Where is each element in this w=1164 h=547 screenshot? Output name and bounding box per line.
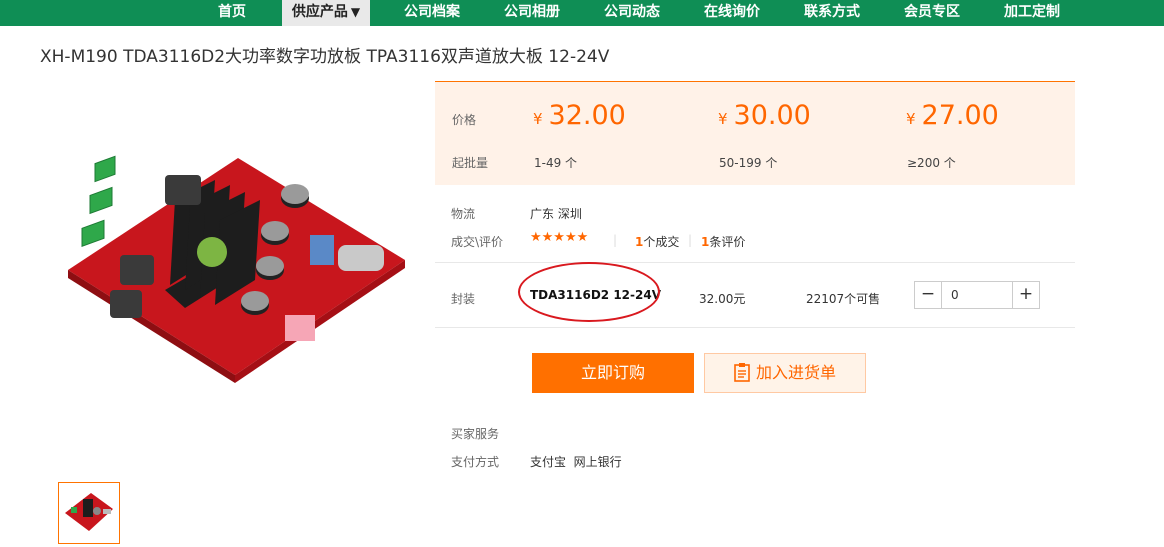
product-image[interactable] <box>50 140 410 385</box>
caret-down-icon: ▼ <box>350 5 361 19</box>
logistics-label: 物流 <box>451 207 476 221</box>
price-tier-1: ¥32.00 <box>533 100 626 131</box>
qty-range-tier-3: ≥200 个 <box>907 156 956 170</box>
separator: | <box>613 233 618 247</box>
nav-item-products[interactable]: 供应产品 ▼ <box>282 0 370 26</box>
add-to-cart-button[interactable]: 加入进货单 <box>704 353 866 393</box>
quantity-input[interactable] <box>943 282 1011 308</box>
divider <box>435 327 1075 328</box>
divider <box>435 262 1075 263</box>
buy-now-button[interactable]: 立即订购 <box>532 353 694 393</box>
sku-price: 32.00元 <box>699 292 746 306</box>
rating-stars: ★★★★★ <box>530 230 589 245</box>
price-box: 价格 起批量 ¥32.00 ¥30.00 ¥27.00 1-49 个 50-19… <box>435 81 1075 185</box>
add-to-cart-label: 加入进货单 <box>755 363 836 382</box>
quantity-stepper: − + <box>914 281 1040 309</box>
thumbnail-image <box>65 493 113 531</box>
price-tier-2-value: 30.00 <box>733 100 811 131</box>
nav-item-products-label: 供应产品 <box>291 4 348 20</box>
package-label: 封装 <box>451 292 476 306</box>
qty-range-tier-1: 1-49 个 <box>534 156 578 170</box>
qty-range-tier-2: 50-199 个 <box>719 156 778 170</box>
price-tier-3: ¥27.00 <box>906 100 999 131</box>
deals-text: 个成交 <box>643 235 680 249</box>
currency-symbol: ¥ <box>533 110 543 128</box>
nav-item-custom-processing[interactable]: 加工定制 <box>997 0 1067 26</box>
separator: | <box>688 233 693 247</box>
highlight-circle <box>518 262 660 322</box>
nav-item-contact[interactable]: 联系方式 <box>797 0 867 26</box>
price-tier-3-value: 27.00 <box>921 100 999 131</box>
payment-methods-value: 支付宝 网上银行 <box>530 455 622 469</box>
logistics-value: 广东 深圳 <box>530 207 582 221</box>
price-label: 价格 <box>452 113 477 127</box>
sku-stock: 22107个可售 <box>806 292 881 306</box>
nav-item-company-profile[interactable]: 公司档案 <box>397 0 467 26</box>
nav-item-company-album[interactable]: 公司相册 <box>497 0 567 26</box>
nav-item-online-inquiry[interactable]: 在线询价 <box>697 0 767 26</box>
product-title: XH-M190 TDA3116D2大功率数字功放板 TPA3116双声道放大板 … <box>40 47 610 67</box>
nav-item-home[interactable]: 首页 <box>208 0 256 26</box>
top-nav: 首页 供应产品 ▼ 公司档案 公司相册 公司动态 在线询价 联系方式 会员专区 加… <box>0 0 1164 26</box>
nav-item-company-news[interactable]: 公司动态 <box>597 0 667 26</box>
review-text: 条评价 <box>709 235 746 249</box>
price-tier-2: ¥30.00 <box>718 100 811 131</box>
moq-label: 起批量 <box>452 156 489 170</box>
price-tier-1-value: 32.00 <box>548 100 626 131</box>
product-thumbnail[interactable] <box>58 482 120 544</box>
payment-methods-label: 支付方式 <box>451 455 500 469</box>
currency-symbol: ¥ <box>718 110 728 128</box>
nav-item-members[interactable]: 会员专区 <box>897 0 967 26</box>
clipboard-icon <box>734 362 750 382</box>
currency-symbol: ¥ <box>906 110 916 128</box>
quantity-increase-button[interactable]: + <box>1012 282 1039 308</box>
deals-link[interactable]: 1个成交 <box>635 233 679 250</box>
quantity-decrease-button[interactable]: − <box>915 282 942 308</box>
buyer-services-label: 买家服务 <box>451 427 500 441</box>
reviews-link[interactable]: 1条评价 <box>701 233 745 250</box>
deals-reviews-label: 成交\评价 <box>451 235 504 249</box>
